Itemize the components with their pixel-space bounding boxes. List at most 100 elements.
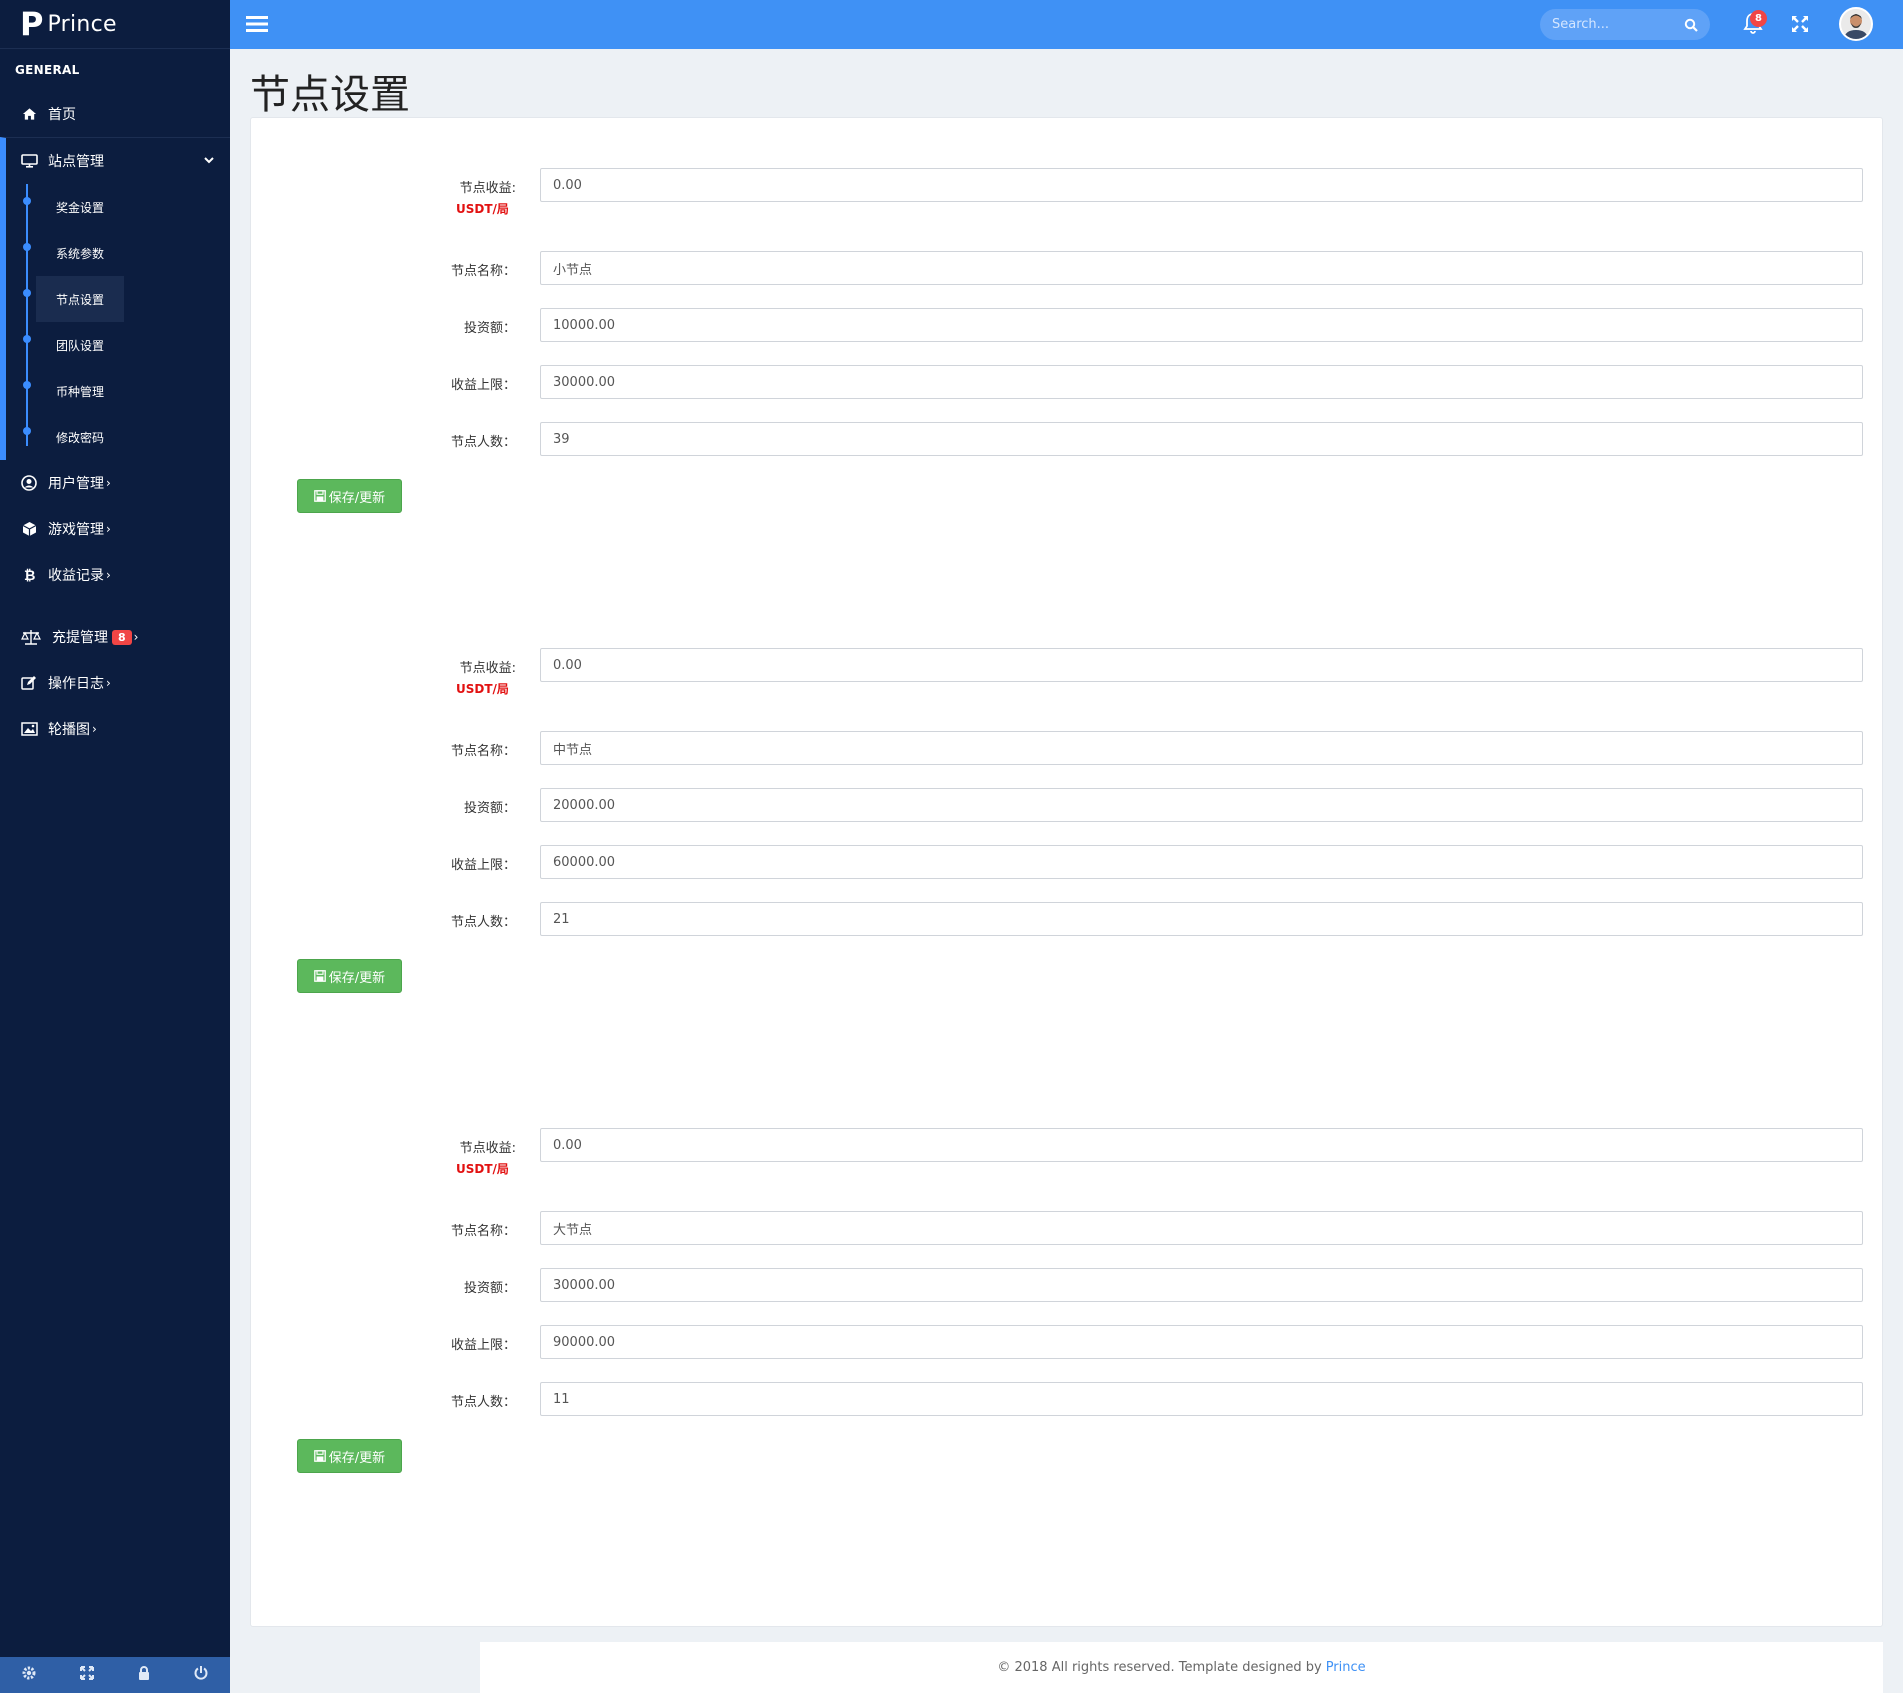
node-1-income-input[interactable]: [540, 168, 1863, 202]
home-icon: [20, 105, 38, 123]
sidebar-item-label: 站点管理: [48, 154, 104, 170]
node-2-invest-input[interactable]: [540, 788, 1863, 822]
fullscreen-icon[interactable]: [79, 1665, 95, 1685]
sidebar-item-income[interactable]: ₿ 收益记录 ›: [0, 552, 230, 598]
chevron-right-icon: ›: [92, 722, 97, 736]
cube-icon: [20, 520, 38, 538]
node-1-count-input[interactable]: [540, 422, 1863, 456]
sidebar-item-label: 操作日志: [48, 676, 104, 692]
search-input[interactable]: [1540, 9, 1680, 40]
count-label: 节点人数：: [450, 1395, 516, 1410]
node-2-limit-field: 收益上限：: [251, 845, 1884, 879]
node-2-limit-input[interactable]: [540, 845, 1863, 879]
save-icon: [313, 490, 326, 502]
user-circle-icon: [20, 474, 38, 492]
node-3-save-button[interactable]: 保存/更新: [297, 1439, 402, 1473]
income-label: 节点收益:: [459, 181, 516, 196]
sidebar-item-label: 充提管理: [52, 630, 108, 646]
sidebar-subitem-currency[interactable]: 币种管理: [6, 368, 230, 414]
sidebar-subitem-label: 系统参数: [56, 246, 105, 261]
sidebar-item-oplog[interactable]: 操作日志 ›: [0, 660, 230, 706]
brand-name: Prince: [47, 11, 117, 37]
node-1-limit-input[interactable]: [540, 365, 1863, 399]
count-label: 节点人数：: [450, 435, 516, 450]
node-2-name-input[interactable]: [540, 731, 1863, 765]
sidebar-subitem-password[interactable]: 修改密码: [6, 414, 230, 460]
save-label: 保存/更新: [328, 490, 386, 506]
sidebar-subitem-label: 团队设置: [56, 338, 105, 353]
sidebar-item-home[interactable]: 首页: [0, 91, 230, 137]
sidebar-item-label: 游戏管理: [48, 522, 104, 538]
sidebar: P Prince GENERAL 首页 站点管理 奖金设置 系统参数 节点设置 …: [0, 0, 230, 1693]
chevron-right-icon: ›: [133, 630, 139, 644]
sidebar-item-banner[interactable]: 轮播图 ›: [0, 706, 230, 752]
invest-label: 投资额：: [463, 321, 516, 336]
node-3-limit-input[interactable]: [540, 1325, 1863, 1359]
site-submenu: 奖金设置 系统参数 节点设置 团队设置 币种管理 修改密码: [6, 184, 230, 460]
chevron-right-icon: ›: [106, 568, 111, 582]
sidebar-subitem-system[interactable]: 系统参数: [6, 230, 230, 276]
income-unit-label: USDT/局: [456, 1162, 509, 1176]
lock-icon[interactable]: [137, 1665, 151, 1685]
power-icon[interactable]: [193, 1665, 209, 1685]
node-1-save-button[interactable]: 保存/更新: [297, 479, 402, 513]
sidebar-section-title: GENERAL: [15, 63, 80, 77]
node-2-save-button[interactable]: 保存/更新: [297, 959, 402, 993]
invest-label: 投资额：: [463, 801, 516, 816]
sidebar-subitem-label: 奖金设置: [56, 200, 105, 215]
chevron-right-icon: ›: [106, 522, 111, 536]
count-label: 节点人数：: [450, 915, 516, 930]
limit-label: 收益上限：: [450, 858, 516, 873]
sidebar-item-site-management[interactable]: 站点管理: [6, 138, 230, 184]
search-icon[interactable]: [1684, 17, 1698, 36]
node-3-count-input[interactable]: [540, 1382, 1863, 1416]
sidebar-item-games[interactable]: 游戏管理 ›: [0, 506, 230, 552]
node-3-invest-input[interactable]: [540, 1268, 1863, 1302]
brand-mark: P: [20, 5, 44, 43]
page-footer: © 2018 All rights reserved. Template des…: [480, 1642, 1883, 1693]
sidebar-item-label: 轮播图: [48, 722, 90, 738]
sidebar-item-recharge[interactable]: 充提管理 8 ›: [0, 614, 230, 660]
chevron-down-icon: [203, 154, 215, 170]
income-unit-label: USDT/局: [456, 202, 509, 216]
node-3-count-field: 节点人数：: [251, 1382, 1884, 1416]
node-1-name-field: 节点名称：: [251, 251, 1884, 285]
menu-icon[interactable]: [246, 15, 268, 37]
limit-label: 收益上限：: [450, 1338, 516, 1353]
top-header: 8: [230, 0, 1903, 49]
node-1-name-input[interactable]: [540, 251, 1863, 285]
name-label: 节点名称：: [450, 264, 516, 279]
node-2-count-field: 节点人数：: [251, 902, 1884, 936]
node-1-income-field: 节点收益: USDT/局: [251, 168, 1884, 216]
footer-link[interactable]: Prince: [1326, 1660, 1366, 1675]
node-2-name-field: 节点名称：: [251, 731, 1884, 765]
chevron-right-icon: ›: [106, 676, 111, 690]
node-2-income-input[interactable]: [540, 648, 1863, 682]
chevron-right-icon: ›: [106, 476, 111, 490]
balance-scale-icon: [20, 628, 42, 646]
node-2-count-input[interactable]: [540, 902, 1863, 936]
sidebar-footer-toolbar: [0, 1657, 230, 1693]
node-1-invest-input[interactable]: [540, 308, 1863, 342]
sidebar-subitem-label: 币种管理: [56, 384, 105, 399]
sidebar-item-label: 用户管理: [48, 476, 104, 492]
save-label: 保存/更新: [328, 970, 386, 986]
sidebar-subitem-node[interactable]: 节点设置: [6, 276, 230, 322]
node-3-income-input[interactable]: [540, 1128, 1863, 1162]
node-3-name-input[interactable]: [540, 1211, 1863, 1245]
svg-text:₿: ₿: [24, 568, 35, 583]
income-label: 节点收益:: [459, 1141, 516, 1156]
avatar[interactable]: [1839, 7, 1873, 41]
node-settings-card: 节点收益: USDT/局 节点名称： 投资额： 收益上限： 节点人数： 保存/更…: [250, 117, 1883, 1627]
fullscreen-icon[interactable]: [1790, 14, 1810, 38]
sidebar-subitem-bonus[interactable]: 奖金设置: [6, 184, 230, 230]
sidebar-subitem-team[interactable]: 团队设置: [6, 322, 230, 368]
save-icon: [313, 1450, 326, 1462]
sidebar-item-users[interactable]: 用户管理 ›: [0, 460, 230, 506]
invest-label: 投资额：: [463, 1281, 516, 1296]
brand-logo[interactable]: P Prince: [0, 0, 230, 49]
sidebar-item-label: 首页: [48, 107, 76, 123]
save-label: 保存/更新: [328, 1450, 386, 1466]
income-label: 节点收益:: [459, 661, 516, 676]
gear-icon[interactable]: [21, 1665, 37, 1685]
